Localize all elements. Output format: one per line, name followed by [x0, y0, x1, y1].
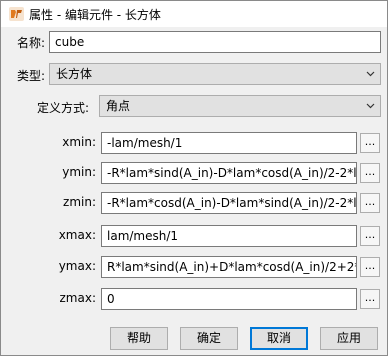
chevron-down-icon — [366, 103, 375, 109]
xmin-browse-button[interactable]: ... — [360, 133, 380, 153]
name-input[interactable]: cube — [49, 31, 381, 53]
title-bar: 属性 - 编辑元件 - 长方体 — [1, 1, 387, 27]
ymax-label: ymax: — [58, 259, 96, 273]
properties-dialog: 属性 - 编辑元件 - 长方体 名称: cube 类型: 长方体 定义方式: 角… — [0, 0, 388, 356]
window-title: 属性 - 编辑元件 - 长方体 — [29, 8, 161, 22]
type-select[interactable]: 长方体 — [49, 63, 381, 85]
ok-button[interactable]: 确定 — [180, 327, 238, 350]
definition-select-value: 角点 — [106, 99, 131, 113]
zmax-label: zmax: — [59, 291, 97, 305]
xmax-input[interactable]: lam/mesh/1 — [101, 225, 357, 247]
type-select-value: 长方体 — [56, 67, 93, 81]
xmax-browse-button[interactable]: ... — [360, 226, 380, 246]
definition-label: 定义方式: — [37, 101, 90, 115]
zmin-input[interactable]: -R*lam*cosd(A_in)-D*lam*sind(A_in)/2-2*l… — [101, 192, 357, 214]
cancel-button[interactable]: 取消 — [250, 327, 308, 350]
help-button[interactable]: 帮助 — [110, 327, 168, 350]
app-logo-icon — [9, 7, 24, 21]
ymax-input[interactable]: R*lam*sind(A_in)+D*lam*cosd(A_in)/2+2*la… — [101, 256, 357, 278]
ymin-input[interactable]: -R*lam*sind(A_in)-D*lam*cosd(A_in)/2-2*l… — [101, 162, 357, 184]
ymax-browse-button[interactable]: ... — [360, 257, 380, 277]
xmax-label: xmax: — [58, 228, 96, 242]
ymin-browse-button[interactable]: ... — [360, 163, 380, 183]
zmax-browse-button[interactable]: ... — [360, 289, 380, 309]
definition-select[interactable]: 角点 — [99, 95, 381, 117]
apply-button[interactable]: 应用 — [320, 327, 378, 350]
xmin-label: xmin: — [62, 135, 96, 149]
zmin-label: zmin: — [63, 195, 96, 209]
type-label: 类型: — [17, 69, 46, 83]
zmax-input[interactable]: 0 — [101, 288, 357, 310]
name-label: 名称: — [17, 36, 46, 50]
chevron-down-icon — [366, 71, 375, 77]
xmin-input[interactable]: -lam/mesh/1 — [101, 132, 357, 154]
ymin-label: ymin: — [62, 165, 96, 179]
zmin-browse-button[interactable]: ... — [360, 193, 380, 213]
